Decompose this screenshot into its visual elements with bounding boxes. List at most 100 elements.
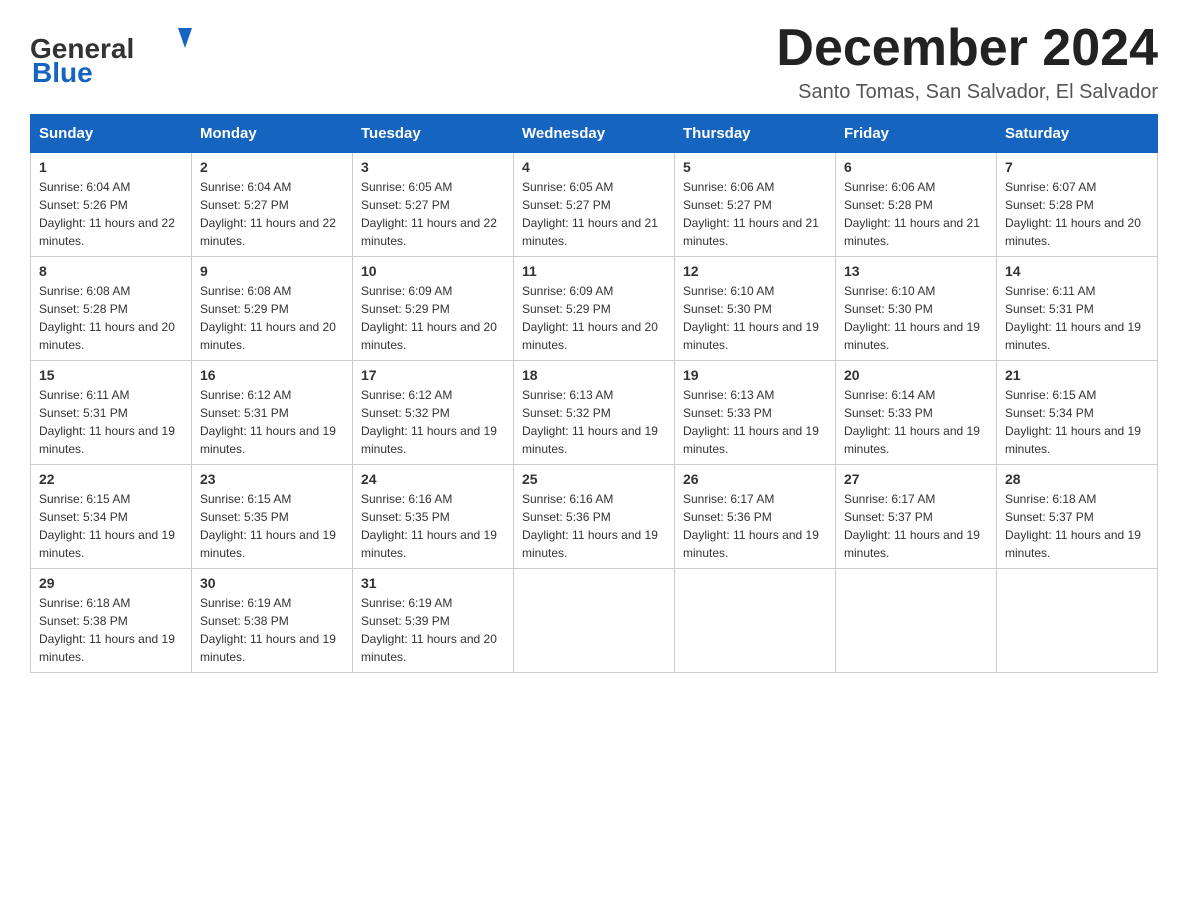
table-row: 27 Sunrise: 6:17 AMSunset: 5:37 PMDaylig… bbox=[836, 465, 997, 569]
day-number: 7 bbox=[1005, 159, 1149, 175]
page-header: General Blue December 2024 Santo Tomas, … bbox=[30, 20, 1158, 104]
day-number: 5 bbox=[683, 159, 827, 175]
day-info: Sunrise: 6:05 AMSunset: 5:27 PMDaylight:… bbox=[522, 180, 658, 248]
day-number: 17 bbox=[361, 367, 505, 383]
col-saturday: Saturday bbox=[997, 115, 1158, 153]
table-row: 13 Sunrise: 6:10 AMSunset: 5:30 PMDaylig… bbox=[836, 257, 997, 361]
day-number: 2 bbox=[200, 159, 344, 175]
day-info: Sunrise: 6:09 AMSunset: 5:29 PMDaylight:… bbox=[522, 284, 658, 352]
table-row bbox=[836, 569, 997, 673]
table-row: 31 Sunrise: 6:19 AMSunset: 5:39 PMDaylig… bbox=[353, 569, 514, 673]
logo-svg: General Blue bbox=[30, 20, 210, 90]
col-monday: Monday bbox=[192, 115, 353, 153]
day-info: Sunrise: 6:11 AMSunset: 5:31 PMDaylight:… bbox=[1005, 284, 1141, 352]
day-info: Sunrise: 6:07 AMSunset: 5:28 PMDaylight:… bbox=[1005, 180, 1141, 248]
day-info: Sunrise: 6:19 AMSunset: 5:38 PMDaylight:… bbox=[200, 596, 336, 664]
col-tuesday: Tuesday bbox=[353, 115, 514, 153]
day-number: 10 bbox=[361, 263, 505, 279]
day-number: 22 bbox=[39, 471, 183, 487]
day-info: Sunrise: 6:18 AMSunset: 5:37 PMDaylight:… bbox=[1005, 492, 1141, 560]
day-number: 4 bbox=[522, 159, 666, 175]
day-info: Sunrise: 6:19 AMSunset: 5:39 PMDaylight:… bbox=[361, 596, 497, 664]
table-row: 9 Sunrise: 6:08 AMSunset: 5:29 PMDayligh… bbox=[192, 257, 353, 361]
day-info: Sunrise: 6:08 AMSunset: 5:28 PMDaylight:… bbox=[39, 284, 175, 352]
day-number: 29 bbox=[39, 575, 183, 591]
day-info: Sunrise: 6:04 AMSunset: 5:27 PMDaylight:… bbox=[200, 180, 336, 248]
calendar-week-row: 29 Sunrise: 6:18 AMSunset: 5:38 PMDaylig… bbox=[31, 569, 1158, 673]
table-row: 10 Sunrise: 6:09 AMSunset: 5:29 PMDaylig… bbox=[353, 257, 514, 361]
day-number: 20 bbox=[844, 367, 988, 383]
table-row: 29 Sunrise: 6:18 AMSunset: 5:38 PMDaylig… bbox=[31, 569, 192, 673]
table-row: 26 Sunrise: 6:17 AMSunset: 5:36 PMDaylig… bbox=[675, 465, 836, 569]
col-thursday: Thursday bbox=[675, 115, 836, 153]
day-info: Sunrise: 6:13 AMSunset: 5:32 PMDaylight:… bbox=[522, 388, 658, 456]
day-number: 8 bbox=[39, 263, 183, 279]
day-info: Sunrise: 6:13 AMSunset: 5:33 PMDaylight:… bbox=[683, 388, 819, 456]
day-info: Sunrise: 6:17 AMSunset: 5:36 PMDaylight:… bbox=[683, 492, 819, 560]
table-row: 14 Sunrise: 6:11 AMSunset: 5:31 PMDaylig… bbox=[997, 257, 1158, 361]
table-row: 6 Sunrise: 6:06 AMSunset: 5:28 PMDayligh… bbox=[836, 153, 997, 257]
day-number: 12 bbox=[683, 263, 827, 279]
day-info: Sunrise: 6:05 AMSunset: 5:27 PMDaylight:… bbox=[361, 180, 497, 248]
day-info: Sunrise: 6:18 AMSunset: 5:38 PMDaylight:… bbox=[39, 596, 175, 664]
table-row: 16 Sunrise: 6:12 AMSunset: 5:31 PMDaylig… bbox=[192, 361, 353, 465]
table-row: 2 Sunrise: 6:04 AMSunset: 5:27 PMDayligh… bbox=[192, 153, 353, 257]
day-info: Sunrise: 6:06 AMSunset: 5:27 PMDaylight:… bbox=[683, 180, 819, 248]
col-sunday: Sunday bbox=[31, 115, 192, 153]
table-row: 24 Sunrise: 6:16 AMSunset: 5:35 PMDaylig… bbox=[353, 465, 514, 569]
day-number: 31 bbox=[361, 575, 505, 591]
day-info: Sunrise: 6:08 AMSunset: 5:29 PMDaylight:… bbox=[200, 284, 336, 352]
day-number: 1 bbox=[39, 159, 183, 175]
day-info: Sunrise: 6:15 AMSunset: 5:34 PMDaylight:… bbox=[1005, 388, 1141, 456]
day-info: Sunrise: 6:12 AMSunset: 5:32 PMDaylight:… bbox=[361, 388, 497, 456]
day-number: 11 bbox=[522, 263, 666, 279]
table-row: 20 Sunrise: 6:14 AMSunset: 5:33 PMDaylig… bbox=[836, 361, 997, 465]
location-title: Santo Tomas, San Salvador, El Salvador bbox=[776, 81, 1158, 104]
day-info: Sunrise: 6:06 AMSunset: 5:28 PMDaylight:… bbox=[844, 180, 980, 248]
day-number: 6 bbox=[844, 159, 988, 175]
col-wednesday: Wednesday bbox=[514, 115, 675, 153]
table-row: 7 Sunrise: 6:07 AMSunset: 5:28 PMDayligh… bbox=[997, 153, 1158, 257]
day-number: 3 bbox=[361, 159, 505, 175]
day-number: 25 bbox=[522, 471, 666, 487]
day-info: Sunrise: 6:14 AMSunset: 5:33 PMDaylight:… bbox=[844, 388, 980, 456]
calendar-week-row: 15 Sunrise: 6:11 AMSunset: 5:31 PMDaylig… bbox=[31, 361, 1158, 465]
day-info: Sunrise: 6:17 AMSunset: 5:37 PMDaylight:… bbox=[844, 492, 980, 560]
table-row: 15 Sunrise: 6:11 AMSunset: 5:31 PMDaylig… bbox=[31, 361, 192, 465]
day-number: 16 bbox=[200, 367, 344, 383]
day-number: 27 bbox=[844, 471, 988, 487]
table-row bbox=[997, 569, 1158, 673]
calendar-table: Sunday Monday Tuesday Wednesday Thursday… bbox=[30, 114, 1158, 673]
table-row: 18 Sunrise: 6:13 AMSunset: 5:32 PMDaylig… bbox=[514, 361, 675, 465]
month-title: December 2024 bbox=[776, 20, 1158, 77]
day-number: 30 bbox=[200, 575, 344, 591]
day-info: Sunrise: 6:10 AMSunset: 5:30 PMDaylight:… bbox=[844, 284, 980, 352]
table-row: 23 Sunrise: 6:15 AMSunset: 5:35 PMDaylig… bbox=[192, 465, 353, 569]
day-info: Sunrise: 6:15 AMSunset: 5:34 PMDaylight:… bbox=[39, 492, 175, 560]
calendar-header-row: Sunday Monday Tuesday Wednesday Thursday… bbox=[31, 115, 1158, 153]
table-row: 28 Sunrise: 6:18 AMSunset: 5:37 PMDaylig… bbox=[997, 465, 1158, 569]
table-row: 8 Sunrise: 6:08 AMSunset: 5:28 PMDayligh… bbox=[31, 257, 192, 361]
day-number: 18 bbox=[522, 367, 666, 383]
day-number: 28 bbox=[1005, 471, 1149, 487]
day-number: 15 bbox=[39, 367, 183, 383]
table-row: 12 Sunrise: 6:10 AMSunset: 5:30 PMDaylig… bbox=[675, 257, 836, 361]
table-row: 30 Sunrise: 6:19 AMSunset: 5:38 PMDaylig… bbox=[192, 569, 353, 673]
svg-text:Blue: Blue bbox=[32, 57, 93, 88]
table-row: 3 Sunrise: 6:05 AMSunset: 5:27 PMDayligh… bbox=[353, 153, 514, 257]
table-row: 5 Sunrise: 6:06 AMSunset: 5:27 PMDayligh… bbox=[675, 153, 836, 257]
table-row: 1 Sunrise: 6:04 AMSunset: 5:26 PMDayligh… bbox=[31, 153, 192, 257]
table-row: 19 Sunrise: 6:13 AMSunset: 5:33 PMDaylig… bbox=[675, 361, 836, 465]
day-number: 24 bbox=[361, 471, 505, 487]
table-row bbox=[675, 569, 836, 673]
title-block: December 2024 Santo Tomas, San Salvador,… bbox=[776, 20, 1158, 104]
day-info: Sunrise: 6:15 AMSunset: 5:35 PMDaylight:… bbox=[200, 492, 336, 560]
day-info: Sunrise: 6:16 AMSunset: 5:36 PMDaylight:… bbox=[522, 492, 658, 560]
table-row: 17 Sunrise: 6:12 AMSunset: 5:32 PMDaylig… bbox=[353, 361, 514, 465]
table-row: 21 Sunrise: 6:15 AMSunset: 5:34 PMDaylig… bbox=[997, 361, 1158, 465]
day-info: Sunrise: 6:09 AMSunset: 5:29 PMDaylight:… bbox=[361, 284, 497, 352]
table-row: 4 Sunrise: 6:05 AMSunset: 5:27 PMDayligh… bbox=[514, 153, 675, 257]
day-info: Sunrise: 6:10 AMSunset: 5:30 PMDaylight:… bbox=[683, 284, 819, 352]
calendar-week-row: 1 Sunrise: 6:04 AMSunset: 5:26 PMDayligh… bbox=[31, 153, 1158, 257]
day-number: 14 bbox=[1005, 263, 1149, 279]
